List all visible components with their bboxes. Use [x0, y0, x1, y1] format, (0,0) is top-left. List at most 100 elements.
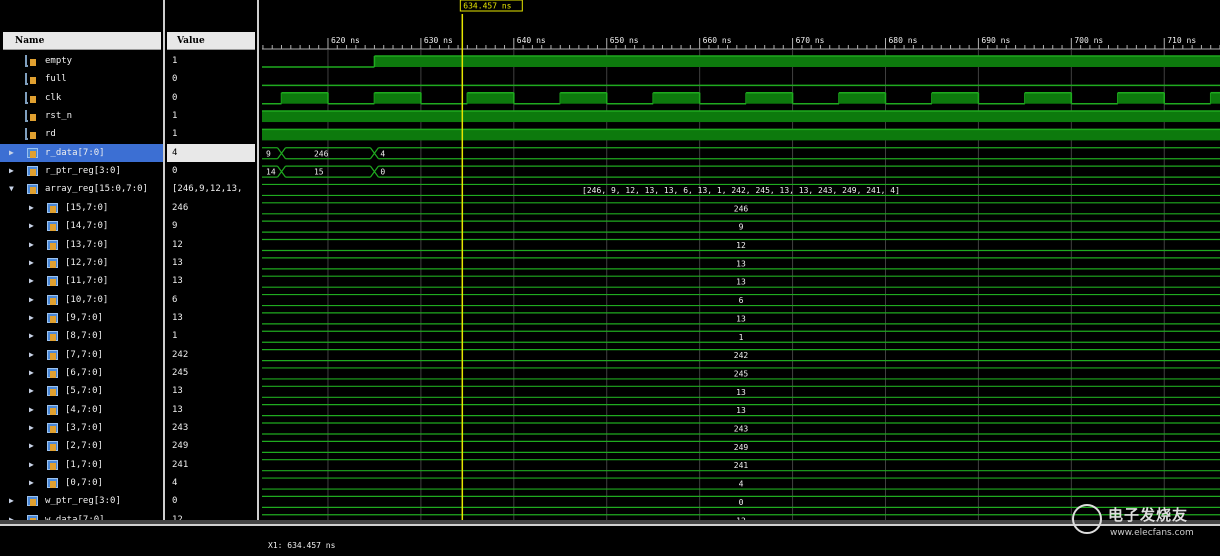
- bus-value: 241: [734, 461, 749, 470]
- expand-right-icon[interactable]: ▶: [29, 437, 39, 455]
- bus-icon: [45, 220, 59, 232]
- signal-row[interactable]: ▶ [12,7:0]: [0, 254, 163, 272]
- clock-high: [653, 92, 700, 104]
- expand-right-icon[interactable]: ▶: [29, 217, 39, 235]
- expand-right-icon[interactable]: ▶: [29, 327, 39, 345]
- signal-row[interactable]: ▶ [7,7:0]: [0, 346, 163, 364]
- signal-value: 4: [167, 143, 255, 162]
- expand-right-icon[interactable]: ▶: [29, 401, 39, 419]
- signal-row[interactable]: ▶ r_ptr_reg[3:0]: [0, 162, 163, 180]
- signal-row[interactable]: ▶ [2,7:0]: [0, 437, 163, 455]
- tick-label: 650 ns: [610, 36, 639, 45]
- expand-right-icon[interactable]: ▶: [29, 272, 39, 290]
- signal-row[interactable]: ▶ r_data[7:0]: [0, 143, 163, 162]
- wire-icon: [25, 73, 39, 86]
- waveform-view[interactable]: 620 ns 630 ns 640 ns 650 ns 660 ns 670 ns 680 …: [262, 0, 1220, 554]
- signal-row[interactable]: ▶ [3,7:0]: [0, 419, 163, 437]
- signal-name: rst_n: [45, 111, 73, 122]
- bus-value: 242: [734, 351, 749, 360]
- signal-row[interactable]: clk: [0, 89, 163, 107]
- signal-value: 1: [172, 56, 178, 66]
- signal-row[interactable]: ▶ [15,7:0]: [0, 199, 163, 217]
- signal-row[interactable]: ▶ [8,7:0]: [0, 327, 163, 345]
- signal-value: 12: [172, 239, 183, 250]
- signal-row[interactable]: full: [0, 70, 163, 88]
- bus-icon: [45, 385, 59, 397]
- signal-name: empty: [45, 56, 73, 66]
- bus-icon: [45, 477, 59, 489]
- signal-value: 6: [172, 294, 178, 305]
- signal-name: [5,7:0]: [65, 386, 103, 397]
- expand-right-icon[interactable]: ▶: [29, 419, 39, 437]
- signal-row[interactable]: ▶ [11,7:0]: [0, 272, 163, 290]
- signal-row[interactable]: ▶ [5,7:0]: [0, 382, 163, 400]
- bus-value: 243: [734, 425, 749, 434]
- expand-right-icon[interactable]: ▶: [29, 364, 39, 382]
- signal-row[interactable]: rd: [0, 125, 163, 143]
- signal-value: 0: [172, 166, 178, 177]
- tick-label: 680 ns: [888, 36, 917, 45]
- signal-value: 245: [172, 367, 189, 378]
- status-bar: [0, 524, 1220, 556]
- wire-icon: [25, 128, 39, 141]
- signal-name: clk: [45, 92, 62, 103]
- signal-value: 1: [172, 331, 178, 342]
- signal-value: 246: [172, 202, 189, 213]
- expand-down-icon[interactable]: ▼: [9, 180, 19, 198]
- signal-row[interactable]: ▶ [1,7:0]: [0, 456, 163, 474]
- expand-right-icon[interactable]: ▶: [9, 162, 19, 180]
- signal-value: 1: [172, 129, 178, 140]
- signal-row[interactable]: ▶ [0,7:0]: [0, 474, 163, 492]
- watermark-title: 电子发烧友: [1108, 506, 1189, 524]
- signal-name: [1,7:0]: [65, 459, 103, 470]
- expand-right-icon[interactable]: ▶: [29, 291, 39, 309]
- signal-name: array_reg[15:0,7:0]: [45, 184, 148, 195]
- signal-row[interactable]: ▶ [14,7:0]: [0, 217, 163, 235]
- clock-high: [1210, 92, 1220, 104]
- signal-value: 13: [172, 386, 183, 397]
- bus-value: 4: [739, 480, 744, 489]
- signal-row[interactable]: ▼ array_reg[15:0,7:0]: [0, 180, 163, 198]
- expand-right-icon[interactable]: ▶: [29, 236, 39, 254]
- signal-name: [10,7:0]: [65, 294, 109, 305]
- expand-right-icon[interactable]: ▶: [29, 382, 39, 400]
- signal-value: [246,9,12,13,: [172, 184, 243, 195]
- signal-row[interactable]: ▶ [9,7:0]: [0, 309, 163, 327]
- expand-right-icon[interactable]: ▶: [9, 492, 19, 510]
- signal-row[interactable]: ▶ [6,7:0]: [0, 364, 163, 382]
- expand-right-icon[interactable]: ▶: [29, 474, 39, 492]
- cursor-label: 634.457 ns: [463, 2, 511, 11]
- bus-value: 6: [739, 296, 744, 305]
- expand-right-icon[interactable]: ▶: [29, 346, 39, 364]
- tick-label: 660 ns: [703, 36, 732, 45]
- signal-name: [14,7:0]: [65, 221, 109, 232]
- expand-right-icon[interactable]: ▶: [29, 456, 39, 474]
- signal-row[interactable]: ▶ w_ptr_reg[3:0]: [0, 492, 163, 510]
- value-column-header[interactable]: Value: [167, 32, 255, 50]
- expand-right-icon[interactable]: ▶: [9, 144, 19, 162]
- signal-row[interactable]: ▶ [13,7:0]: [0, 236, 163, 254]
- signal-name: [8,7:0]: [65, 331, 103, 342]
- signal-value: 0: [172, 74, 178, 85]
- expand-right-icon[interactable]: ▶: [29, 199, 39, 217]
- wire-icon: [25, 110, 39, 123]
- signal-name: full: [45, 74, 67, 85]
- bus-icon: [45, 404, 59, 416]
- expand-right-icon[interactable]: ▶: [29, 309, 39, 327]
- signal-name: rd: [45, 129, 56, 140]
- bus-value: 13: [736, 314, 746, 323]
- signal-row[interactable]: ▶ [4,7:0]: [0, 401, 163, 419]
- tick-label: 630 ns: [424, 36, 453, 45]
- name-column-header[interactable]: Name: [3, 32, 161, 50]
- signal-row[interactable]: rst_n: [0, 107, 163, 125]
- bus-icon: [45, 440, 59, 452]
- signal-name: [2,7:0]: [65, 441, 103, 452]
- signal-value: 13: [172, 276, 183, 287]
- signal-row[interactable]: empty: [0, 52, 163, 70]
- expand-right-icon[interactable]: ▶: [29, 254, 39, 272]
- high-level: [374, 56, 1220, 67]
- signal-row[interactable]: ▶ [10,7:0]: [0, 291, 163, 309]
- bus-icon: [45, 367, 59, 379]
- signal-name: [15,7:0]: [65, 202, 109, 213]
- watermark-url: www.elecfans.com: [1110, 528, 1194, 538]
